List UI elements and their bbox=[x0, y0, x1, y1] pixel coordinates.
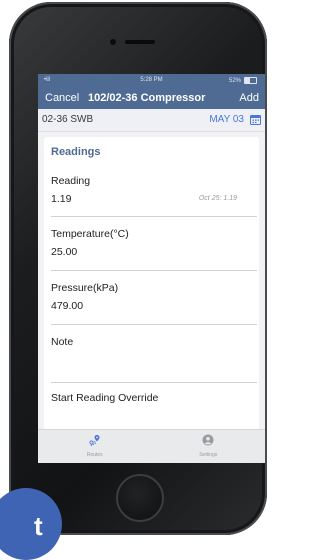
cancel-button[interactable]: Cancel bbox=[45, 92, 79, 104]
tab-settings[interactable]: Settings bbox=[152, 430, 266, 463]
tab-settings-label: Settings bbox=[199, 452, 218, 458]
app-screen: •ill 5:28 PM 52% Cancel 102/02-36 Compre… bbox=[38, 74, 265, 463]
previous-reading: Oct 25: 1.19 bbox=[198, 195, 237, 202]
note-label: Note bbox=[51, 336, 74, 348]
reading-label: Reading bbox=[51, 175, 91, 187]
home-button[interactable] bbox=[116, 474, 164, 522]
add-button[interactable]: Add bbox=[239, 92, 259, 104]
temperature-label: Temperature(°C) bbox=[51, 228, 129, 240]
temperature-value[interactable]: 25.00 bbox=[51, 246, 77, 258]
battery-status: 52% bbox=[229, 77, 257, 84]
page-title: 102/02-36 Compressor bbox=[88, 92, 206, 104]
corner-badge-text: t bbox=[34, 511, 43, 541]
phone-frame: •ill 5:28 PM 52% Cancel 102/02-36 Compre… bbox=[9, 2, 267, 535]
note-field[interactable]: Note bbox=[51, 336, 257, 383]
front-camera bbox=[110, 39, 116, 45]
start-reading-override-label: Start Reading Override bbox=[51, 392, 159, 404]
tab-routes-label: Routes bbox=[86, 452, 103, 458]
temperature-field[interactable]: Temperature(°C) 25.00 bbox=[51, 228, 257, 271]
station-name: 02-36 SWB bbox=[42, 114, 94, 125]
route-pin-icon bbox=[89, 435, 100, 447]
pressure-field[interactable]: Pressure(kPa) 479.00 bbox=[51, 282, 257, 325]
battery-icon bbox=[244, 77, 257, 84]
earpiece-speaker bbox=[125, 40, 155, 44]
date-picker[interactable]: MAY 03 bbox=[209, 114, 244, 125]
navigation-bar: Cancel 102/02-36 Compressor Add bbox=[38, 87, 265, 109]
battery-percent: 52% bbox=[228, 77, 241, 84]
station-date-bar: 02-36 SWB MAY 03 bbox=[38, 109, 265, 132]
reading-value[interactable]: 1.19 bbox=[51, 193, 71, 205]
tab-bar: Routes Settings bbox=[38, 429, 265, 463]
settings-user-icon bbox=[202, 434, 214, 446]
calendar-icon[interactable] bbox=[250, 114, 261, 125]
reading-field[interactable]: Reading 1.19 Oct 25: 1.19 bbox=[51, 175, 257, 217]
tab-routes[interactable]: Routes bbox=[38, 430, 152, 463]
readings-card: Readings Reading 1.19 Oct 25: 1.19 Tempe… bbox=[44, 137, 259, 437]
status-bar: •ill 5:28 PM 52% bbox=[38, 74, 265, 87]
pressure-label: Pressure(kPa) bbox=[51, 282, 119, 294]
pressure-value[interactable]: 479.00 bbox=[51, 300, 83, 312]
readings-title: Readings bbox=[51, 146, 101, 158]
